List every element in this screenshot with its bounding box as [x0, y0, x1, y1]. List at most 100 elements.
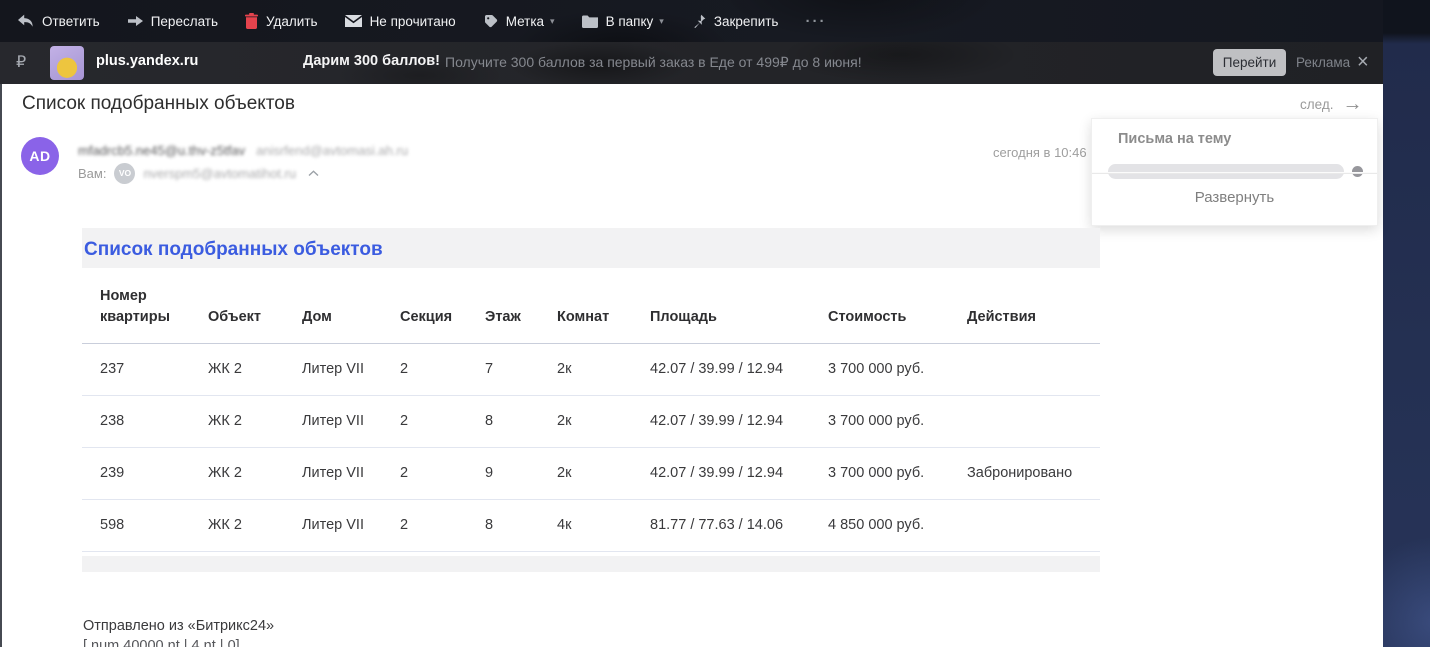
sender-name-masked[interactable]: mfadrcb5.ne45@u.thv-z5tfav [78, 143, 245, 158]
cell: 2 [400, 499, 485, 552]
cell: 42.07 / 39.99 / 12.94 [650, 447, 828, 500]
sender-avatar[interactable]: AD [21, 137, 59, 175]
move-to-folder-label: В папку [605, 13, 654, 29]
envelope-icon [344, 15, 362, 27]
cell: Литер VII [302, 499, 400, 552]
cell-status-booked: Забронировано [967, 447, 1100, 500]
reply-icon [17, 14, 34, 28]
more-actions-button[interactable]: ··· [805, 13, 826, 30]
label-caret-icon: ▾ [550, 15, 555, 26]
col-apartment-number: Номер квартиры [82, 268, 208, 344]
cell: ЖК 2 [208, 395, 302, 448]
reply-label: Ответить [42, 13, 100, 29]
cell: ЖК 2 [208, 343, 302, 396]
cell: 4 850 000 руб. [828, 499, 967, 552]
ad-thumbnail[interactable] [50, 46, 84, 80]
sent-from-note: Отправлено из «Битрикс24» [83, 618, 275, 634]
forward-icon [127, 15, 143, 27]
cell [967, 395, 1100, 448]
pin-icon [691, 14, 706, 29]
label-menu-label: Метка [505, 13, 545, 29]
cell: ЖК 2 [208, 499, 302, 552]
email-body: Список подобранных объектов Номер кварти… [82, 228, 1100, 572]
cell: 2к [557, 395, 650, 448]
cell: 81.77 / 77.63 / 14.06 [650, 499, 828, 552]
table-row: 239 ЖК 2 Литер VII 2 9 2к 42.07 / 39.99 … [82, 447, 1100, 500]
label-menu-button[interactable]: Метка ▾ [483, 14, 555, 29]
listings-table: Номер квартиры Объект Дом Секция Этаж Ко… [82, 268, 1100, 552]
message-subject: Список подобранных объектов [22, 93, 295, 114]
collapse-chevron-icon[interactable] [308, 169, 319, 177]
trash-icon [245, 13, 259, 29]
recipient-line: Вам: VO nverspm5@avtomatihot.ru [78, 162, 319, 184]
to-label: Вам: [78, 165, 107, 181]
ad-site-link[interactable]: plus.yandex.ru [96, 53, 198, 69]
thread-panel-divider [1092, 172, 1377, 174]
cell: 4к [557, 499, 650, 552]
next-message-button[interactable]: след. → [1300, 93, 1363, 115]
cell: 7 [485, 343, 557, 396]
sender-email-masked[interactable]: anisrfend@avtomasi.ah.ru [256, 143, 408, 158]
tracking-line-clipped: [ num 40000 nt | 4 nt | 0] [83, 638, 240, 647]
cell: 2к [557, 447, 650, 500]
cell: 3 700 000 руб. [828, 343, 967, 396]
table-row: 238 ЖК 2 Литер VII 2 8 2к 42.07 / 39.99 … [82, 395, 1100, 448]
ad-close-icon[interactable]: × [1357, 50, 1369, 74]
sender-line: mfadrcb5.ne45@u.thv-z5tfav anisrfend@avt… [78, 143, 408, 158]
cell: 42.07 / 39.99 / 12.94 [650, 395, 828, 448]
cell: Литер VII [302, 343, 400, 396]
folder-icon [581, 15, 598, 28]
table-row: 237 ЖК 2 Литер VII 2 7 2к 42.07 / 39.99 … [82, 343, 1100, 396]
email-body-heading: Список подобранных объектов [84, 239, 383, 260]
window-left-edge [0, 84, 2, 647]
delete-label: Удалить [266, 13, 318, 29]
message-view: Список подобранных объектов след. → AD m… [0, 84, 1383, 647]
pin-button[interactable]: Закрепить [691, 13, 779, 29]
next-label: след. [1300, 96, 1334, 112]
move-to-folder-button[interactable]: В папку ▾ [581, 13, 664, 29]
reply-button[interactable]: Ответить [17, 14, 100, 29]
cell: ЖК 2 [208, 447, 302, 500]
cell: 42.07 / 39.99 / 12.94 [650, 343, 828, 396]
thread-expand-button[interactable]: Развернуть [1092, 189, 1377, 206]
thread-panel: Письма на тему Развернуть [1091, 118, 1378, 226]
cell [967, 343, 1100, 396]
tag-icon [483, 14, 498, 29]
table-header-row: Номер квартиры Объект Дом Секция Этаж Ко… [82, 268, 1100, 344]
delete-button[interactable]: Удалить [245, 13, 318, 29]
cell: 2 [400, 343, 485, 396]
folder-caret-icon: ▾ [659, 15, 664, 26]
cell: 3 700 000 руб. [828, 395, 967, 448]
cell: 598 [82, 499, 208, 552]
col-area: Площадь [650, 268, 828, 344]
forward-button[interactable]: Переслать [127, 14, 218, 29]
cell: 2 [400, 447, 485, 500]
col-actions: Действия [967, 268, 1100, 344]
message-timestamp: сегодня в 10:46 [993, 145, 1087, 160]
ad-label: Реклама [1296, 55, 1351, 70]
col-house: Дом [302, 268, 400, 344]
cell: 238 [82, 395, 208, 448]
pin-label: Закрепить [713, 13, 779, 29]
next-arrow-icon: → [1342, 93, 1363, 115]
mark-unread-label: Не прочитано [369, 13, 456, 29]
cell: 8 [485, 395, 557, 448]
table-row: 598 ЖК 2 Литер VII 2 8 4к 81.77 / 77.63 … [82, 499, 1100, 552]
recipient-email-masked[interactable]: nverspm5@avtomatihot.ru [143, 166, 296, 181]
cell: 2 [400, 395, 485, 448]
mark-unread-button[interactable]: Не прочитано [344, 13, 456, 29]
col-floor: Этаж [485, 268, 557, 344]
cell: 3 700 000 руб. [828, 447, 967, 500]
page-background-strip [1383, 0, 1430, 647]
col-price: Стоимость [828, 268, 967, 344]
ruble-icon: ₽ [16, 54, 27, 71]
cell: 9 [485, 447, 557, 500]
col-rooms: Комнат [557, 268, 650, 344]
forward-label: Переслать [150, 13, 219, 29]
mail-toolbar: Ответить Переслать Удалить Не прочитано … [0, 0, 1383, 42]
ad-go-button[interactable]: Перейти [1213, 49, 1286, 76]
recipient-avatar: VO [114, 162, 136, 184]
cell: 239 [82, 447, 208, 500]
listings-table-wrap: Номер квартиры Объект Дом Секция Этаж Ко… [82, 268, 1100, 556]
ad-headline: Дарим 300 баллов! [303, 53, 440, 69]
